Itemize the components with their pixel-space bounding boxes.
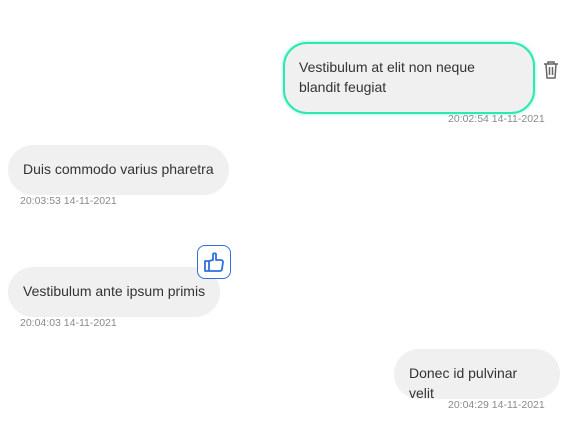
timestamp: 20:03:53 14-11-2021 — [20, 195, 117, 207]
trash-icon[interactable] — [543, 61, 559, 84]
message-text: Duis commodo varius pharetra — [23, 161, 214, 177]
message-bubble[interactable]: Vestibulum at elit non neque blandit feu… — [283, 42, 535, 114]
message-bubble[interactable]: Vestibulum ante ipsum primis — [8, 267, 221, 317]
timestamp: 20:04:03 14-11-2021 — [20, 317, 117, 329]
thumbs-up-icon[interactable] — [197, 245, 231, 279]
timestamp: 20:02:54 14-11-2021 — [448, 113, 545, 125]
message-text: Donec id pulvinar velit — [409, 365, 518, 401]
message-bubble[interactable]: Donec id pulvinar velit — [394, 349, 560, 401]
message-text: Vestibulum ante ipsum primis — [23, 283, 206, 299]
message-text: Vestibulum at elit non neque blandit feu… — [299, 59, 475, 95]
message-bubble[interactable]: Duis commodo varius pharetra — [8, 145, 229, 195]
timestamp: 20:04:29 14-11-2021 — [448, 399, 545, 411]
